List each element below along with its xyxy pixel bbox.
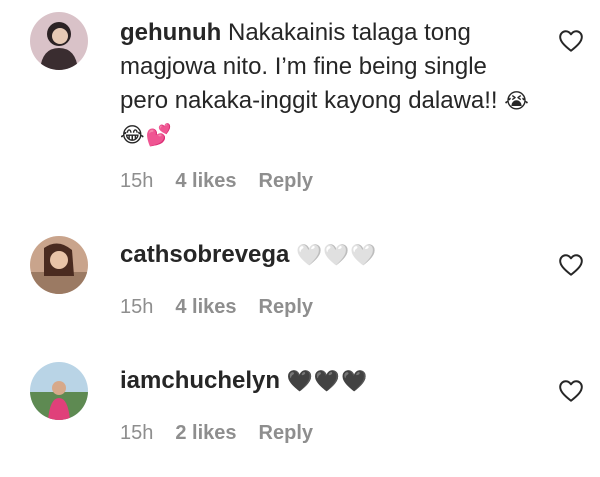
username[interactable]: gehunuh: [120, 19, 221, 46]
heart-outline-icon[interactable]: [558, 378, 584, 404]
timestamp: 15h: [120, 296, 154, 318]
comment-body: gehunuh Nakakainis talaga tong magjowa n…: [120, 16, 540, 152]
likes-count[interactable]: 2 likes: [175, 422, 236, 445]
heart-outline-icon[interactable]: [558, 28, 584, 54]
comment-emoji: 🤍🤍🤍: [296, 243, 378, 267]
heart-outline-icon[interactable]: [558, 252, 584, 278]
likes-count[interactable]: 4 likes: [175, 170, 236, 193]
username[interactable]: iamchuchelyn: [120, 367, 280, 394]
avatar[interactable]: [30, 12, 88, 70]
reply-button[interactable]: Reply: [259, 422, 313, 445]
avatar[interactable]: [30, 236, 88, 294]
avatar-photo-icon: [30, 236, 88, 294]
reply-button[interactable]: Reply: [259, 170, 313, 193]
comment-body: iamchuchelyn 🖤🖤🖤: [120, 364, 540, 398]
likes-count[interactable]: 4 likes: [175, 296, 236, 319]
comment-body: cathsobrevega 🤍🤍🤍: [120, 238, 540, 272]
comment-meta: 15h 4 likes Reply: [120, 296, 313, 319]
username[interactable]: cathsobrevega: [120, 241, 289, 268]
timestamp: 15h: [120, 422, 154, 444]
avatar-photo-icon: [30, 362, 88, 420]
timestamp: 15h: [120, 170, 154, 192]
reply-button[interactable]: Reply: [259, 296, 313, 319]
comment-emoji: 🖤🖤🖤: [286, 369, 369, 393]
comment-meta: 15h 4 likes Reply: [120, 170, 313, 193]
comment-meta: 15h 2 likes Reply: [120, 422, 313, 445]
avatar[interactable]: [30, 362, 88, 420]
avatar-photo-icon: [30, 12, 88, 70]
